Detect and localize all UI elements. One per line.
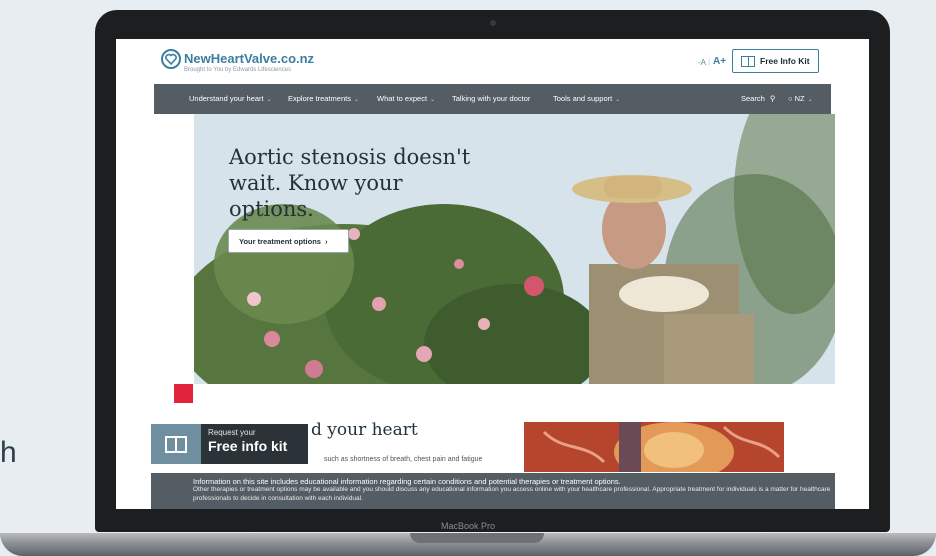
booklet-icon — [741, 55, 755, 67]
nav-item-label: Understand your heart — [189, 94, 264, 103]
hero-title: Aortic stenosis doesn't wait. Know your … — [229, 145, 471, 221]
laptop-notch — [410, 533, 544, 543]
chevron-down-icon: ⌄ — [807, 97, 813, 103]
nav-search[interactable]: Search ⚲ — [741, 94, 775, 103]
kit-title: Free info kit — [208, 438, 288, 454]
increase-font-button[interactable]: A+ — [713, 56, 726, 67]
request-info-kit-banner[interactable]: Request your Free info kit — [151, 424, 308, 464]
decrease-font-button[interactable]: -A — [698, 58, 706, 67]
nav-item-label: Talking with your doctor — [452, 94, 531, 103]
nav-what-to-expect[interactable]: What to expect ⌄ — [377, 94, 435, 103]
search-icon: ⚲ — [769, 94, 776, 103]
heart-illustration — [524, 422, 784, 472]
chevron-right-icon: › — [324, 236, 328, 246]
treatment-options-button[interactable]: Your treatment options › — [228, 229, 349, 253]
chevron-down-icon: ⌄ — [353, 97, 359, 103]
region-label: NZ — [794, 94, 805, 103]
main-nav: Understand your heart ⌄ Explore treatment… — [154, 84, 831, 114]
nav-talking-with-doctor[interactable]: Talking with your doctor — [452, 94, 530, 103]
camera-dot — [490, 20, 496, 26]
accent-square — [174, 384, 193, 403]
browser-viewport: NewHeartValve.co.nz Brought to You by Ed… — [116, 39, 869, 509]
nav-tools-and-support[interactable]: Tools and support ⌄ — [553, 94, 620, 103]
chevron-down-icon: ⌄ — [615, 97, 621, 103]
disclaimer-heading: Information on this site includes educat… — [193, 477, 621, 486]
kit-request-label: Request your — [208, 428, 256, 437]
search-label: Search — [741, 94, 765, 103]
kit-icon-panel — [151, 424, 201, 464]
chevron-down-icon: ⌄ — [430, 97, 436, 103]
section-title: d your heart — [311, 420, 418, 440]
free-info-kit-label: Free Info Kit — [760, 56, 810, 66]
nav-item-label: Explore treatments — [288, 94, 351, 103]
kit-text-panel: Request your Free info kit — [201, 424, 308, 464]
heart-logo-icon[interactable] — [161, 49, 181, 69]
site-header: NewHeartValve.co.nz Brought to You by Ed… — [116, 39, 869, 84]
disclaimer-body: Other therapies or treatment options may… — [193, 486, 831, 502]
section-text: such as shortness of breath, chest pain … — [324, 456, 483, 463]
booklet-icon — [165, 435, 187, 453]
hero-banner: Aortic stenosis doesn't wait. Know your … — [194, 114, 835, 384]
font-size-divider: | — [708, 57, 711, 66]
globe-icon: ○ — [788, 94, 793, 103]
disclaimer-bar: Information on this site includes educat… — [151, 473, 835, 509]
nav-explore-treatments[interactable]: Explore treatments ⌄ — [288, 94, 359, 103]
logo-tagline: Brought to You by Edwards Lifesciences — [184, 67, 292, 73]
side-letter: h — [0, 436, 17, 469]
free-info-kit-button[interactable]: Free Info Kit — [732, 49, 819, 73]
nav-item-label: What to expect — [377, 94, 428, 103]
logo-wordmark[interactable]: NewHeartValve.co.nz — [184, 51, 314, 66]
nav-item-label: Tools and support — [553, 94, 613, 103]
chevron-down-icon: ⌄ — [266, 97, 272, 103]
nav-region-selector[interactable]: ○ NZ ⌄ — [788, 94, 813, 103]
nav-understand-your-heart[interactable]: Understand your heart ⌄ — [189, 94, 272, 103]
treatment-options-label: Your treatment options — [239, 236, 321, 246]
laptop-model-label: MacBook Pro — [440, 521, 496, 531]
